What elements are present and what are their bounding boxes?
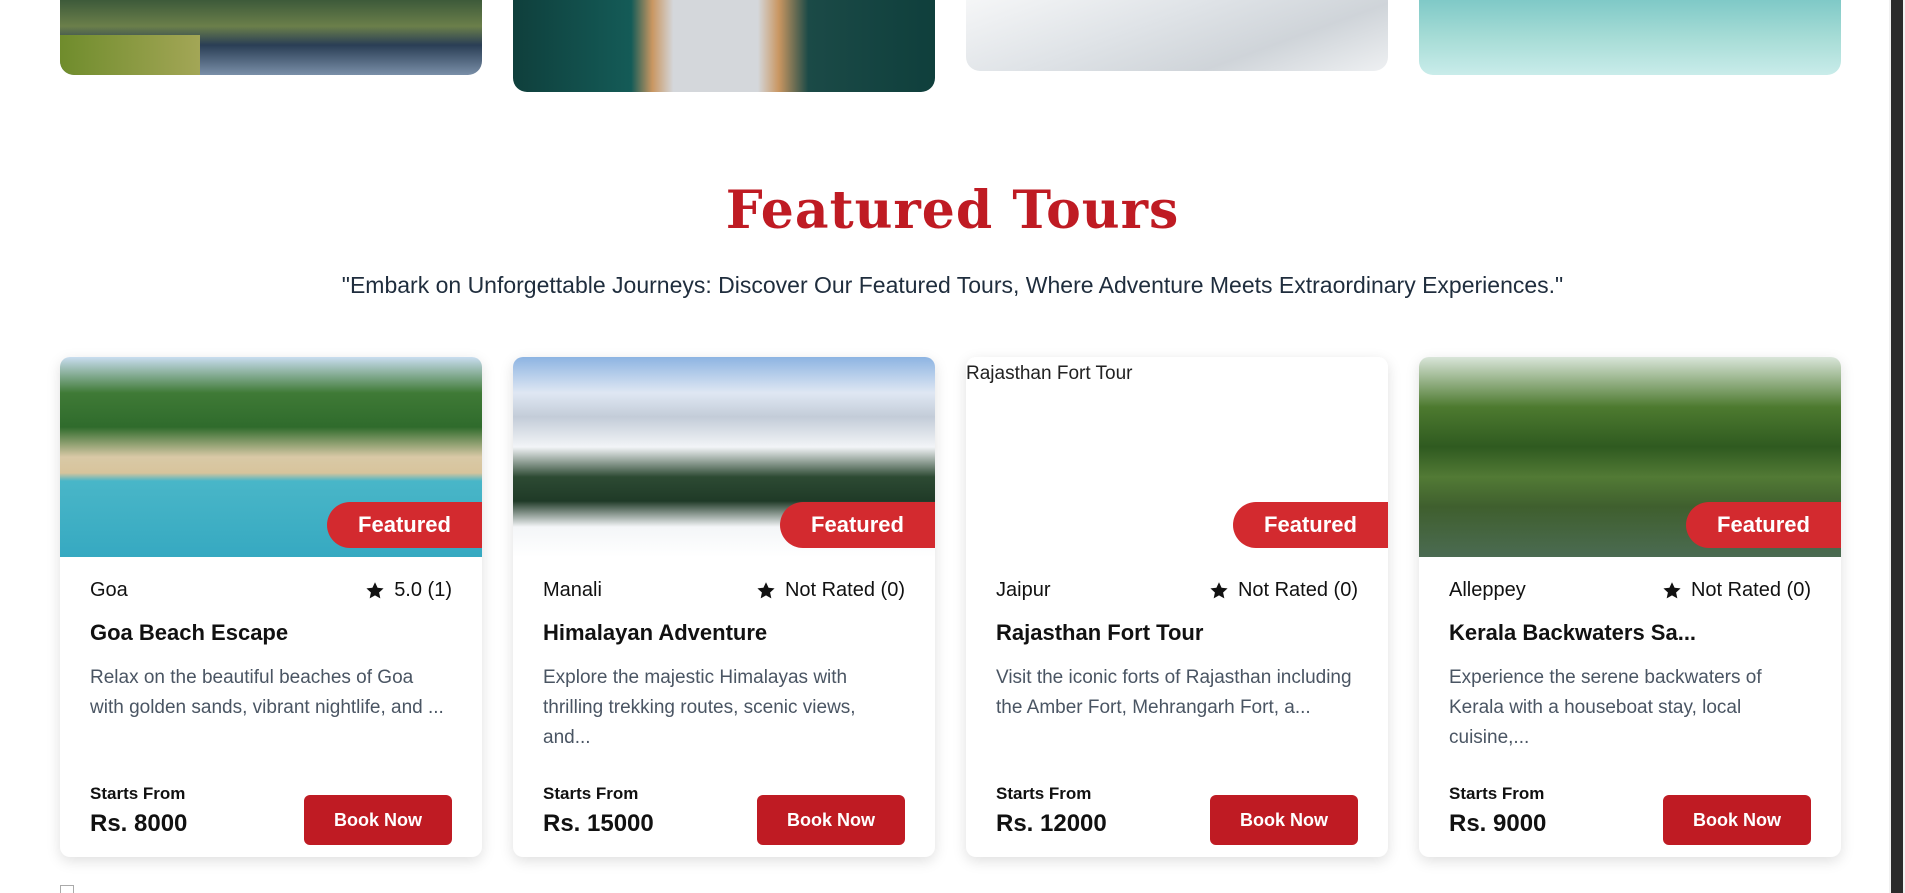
tour-price: Rs. 15000 bbox=[543, 810, 654, 837]
book-now-button[interactable]: Book Now bbox=[757, 795, 905, 845]
starts-from-label: Starts From bbox=[1449, 784, 1545, 803]
star-icon bbox=[1210, 581, 1228, 598]
scrollbar-track[interactable] bbox=[1889, 0, 1905, 893]
rating-text: 5.0 (1) bbox=[394, 579, 452, 601]
gallery-image-lagoon bbox=[1419, 0, 1841, 75]
tour-title[interactable]: Rajasthan Fort Tour bbox=[996, 620, 1358, 646]
gallery-image-boat bbox=[513, 0, 935, 92]
star-icon bbox=[1663, 581, 1681, 598]
tour-description: Relax on the beautiful beaches of Goa wi… bbox=[90, 667, 444, 718]
featured-badge: Featured bbox=[780, 502, 935, 548]
starts-from-label: Starts From bbox=[90, 784, 186, 803]
tour-price: Rs. 12000 bbox=[996, 810, 1107, 837]
gallery-image-snow bbox=[966, 0, 1388, 71]
featured-badge: Featured bbox=[1686, 502, 1841, 548]
tour-image: Featured bbox=[1419, 357, 1841, 557]
tour-location: Goa bbox=[90, 579, 128, 601]
tour-location: Manali bbox=[543, 579, 602, 601]
featured-badge: Featured bbox=[1233, 502, 1388, 548]
star-icon bbox=[366, 581, 384, 598]
rating-text: Not Rated (0) bbox=[1690, 579, 1811, 601]
tour-price: Rs. 9000 bbox=[1449, 810, 1547, 837]
tour-description: Experience the serene backwaters of Kera… bbox=[1449, 667, 1762, 748]
tour-rating: 5.0 (1) bbox=[365, 579, 452, 602]
tour-title[interactable]: Goa Beach Escape bbox=[90, 620, 452, 646]
gallery-image-cliff bbox=[60, 0, 482, 75]
rating-text: Not Rated (0) bbox=[1237, 579, 1358, 601]
tour-rating: Not Rated (0) bbox=[1662, 579, 1811, 602]
rating-text: Not Rated (0) bbox=[784, 579, 905, 601]
book-now-button[interactable]: Book Now bbox=[304, 795, 452, 845]
starts-from-label: Starts From bbox=[996, 784, 1092, 803]
tour-description: Visit the iconic forts of Rajasthan incl… bbox=[996, 667, 1352, 718]
featured-badge: Featured bbox=[327, 502, 482, 548]
section-subtitle: "Embark on Unforgettable Journeys: Disco… bbox=[341, 272, 1564, 298]
tour-meta: Goa 5.0 (1) bbox=[90, 579, 452, 605]
tour-card[interactable]: Featured Manali Not Rated (0) Himalayan … bbox=[513, 357, 935, 857]
tour-rating: Not Rated (0) bbox=[756, 579, 905, 602]
tour-card[interactable]: Rajasthan Fort Tour Featured Jaipur Not … bbox=[966, 357, 1388, 857]
book-now-button[interactable]: Book Now bbox=[1663, 795, 1811, 845]
tour-image: Featured bbox=[60, 357, 482, 557]
tour-rating: Not Rated (0) bbox=[1209, 579, 1358, 602]
tour-cards: Featured Goa 5.0 (1) Goa Beach Escape Re… bbox=[60, 357, 1842, 857]
tour-card[interactable]: Featured Alleppey Not Rated (0) Kerala B… bbox=[1419, 357, 1841, 857]
tour-description: Explore the majestic Himalayas with thri… bbox=[543, 667, 856, 748]
tour-image: Featured bbox=[513, 357, 935, 557]
tour-card[interactable]: Featured Goa 5.0 (1) Goa Beach Escape Re… bbox=[60, 357, 482, 857]
broken-image-icon bbox=[60, 885, 74, 893]
section-title: Featured Tours bbox=[725, 180, 1180, 241]
tour-location: Jaipur bbox=[996, 579, 1051, 601]
scrollbar-thumb[interactable] bbox=[1891, 0, 1903, 893]
starts-from-label: Starts From bbox=[543, 784, 639, 803]
gallery-row bbox=[60, 0, 1842, 95]
tour-title[interactable]: Kerala Backwaters Sa... bbox=[1449, 620, 1811, 646]
tour-image: Rajasthan Fort Tour Featured bbox=[966, 357, 1388, 557]
tour-meta: Manali Not Rated (0) bbox=[543, 579, 905, 605]
broken-image-alt-text: Rajasthan Fort Tour bbox=[966, 363, 1133, 384]
book-now-button[interactable]: Book Now bbox=[1210, 795, 1358, 845]
tour-price: Rs. 8000 bbox=[90, 810, 188, 837]
star-icon bbox=[757, 581, 775, 598]
tour-title[interactable]: Himalayan Adventure bbox=[543, 620, 905, 646]
tour-meta: Alleppey Not Rated (0) bbox=[1449, 579, 1811, 605]
tour-location: Alleppey bbox=[1449, 579, 1526, 601]
tour-meta: Jaipur Not Rated (0) bbox=[996, 579, 1358, 605]
